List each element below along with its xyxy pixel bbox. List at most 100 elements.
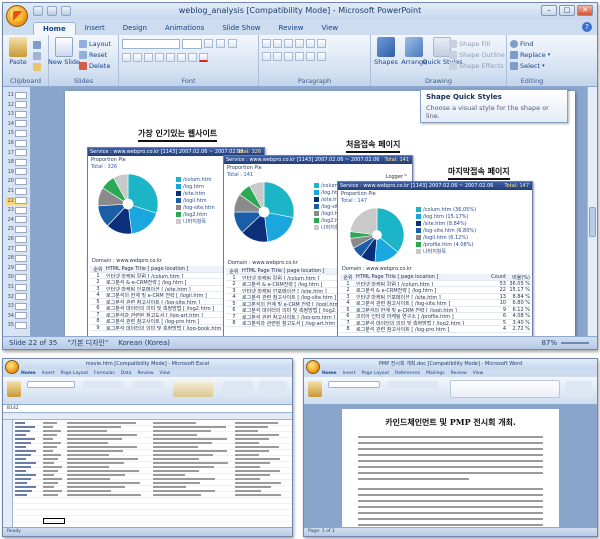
font-name-box[interactable]: [122, 39, 180, 49]
text-direction-icon[interactable]: [317, 39, 326, 48]
tab-home[interactable]: Home: [33, 22, 76, 35]
slide-thumbnail[interactable]: 14: [6, 120, 28, 128]
name-box[interactable]: B142: [7, 406, 19, 411]
shrink-font-icon[interactable]: [216, 39, 225, 48]
minimize-button[interactable]: –: [541, 5, 557, 16]
tab-view[interactable]: View: [160, 371, 171, 376]
spreadsheet-grid[interactable]: [3, 414, 292, 527]
selected-cell[interactable]: [43, 518, 65, 524]
slide-thumbnail[interactable]: 16: [6, 139, 28, 147]
slide-thumbnail[interactable]: 24: [6, 216, 28, 224]
slide-thumbnail[interactable]: 32: [6, 293, 28, 301]
slide-thumbnail[interactable]: 35: [6, 321, 28, 329]
select-button[interactable]: Select ▾: [510, 60, 554, 71]
new-slide-button[interactable]: New Slide: [48, 37, 80, 66]
align-left-icon[interactable]: [262, 52, 271, 61]
cut-icon[interactable]: [33, 40, 41, 49]
office-button[interactable]: [5, 360, 19, 374]
char-spacing-icon[interactable]: [177, 53, 186, 62]
vertical-scrollbar[interactable]: [587, 87, 597, 336]
styles-gallery[interactable]: [450, 380, 560, 398]
bullets-icon[interactable]: [262, 39, 271, 48]
slide-thumbnail[interactable]: 15: [6, 129, 28, 137]
tab-review[interactable]: Review: [270, 22, 313, 35]
font-box[interactable]: [328, 381, 380, 388]
align-center-icon[interactable]: [273, 52, 282, 61]
slide-thumbnail[interactable]: 26: [6, 235, 28, 243]
slide-thumbnail[interactable]: 28: [6, 254, 28, 262]
shape-effects-button[interactable]: Shape Effects: [449, 60, 505, 71]
cells-buttons[interactable]: [223, 381, 253, 397]
office-button[interactable]: [6, 5, 28, 27]
slide-thumbnail[interactable]: 21: [6, 187, 28, 195]
tab-animations[interactable]: Animations: [156, 22, 213, 35]
slide-thumbnail[interactable]: 17: [6, 149, 28, 157]
justify-icon[interactable]: [295, 52, 304, 61]
slide-thumbnail[interactable]: 27: [6, 245, 28, 253]
increase-indent-icon[interactable]: [295, 39, 304, 48]
tab-review[interactable]: Review: [451, 371, 467, 376]
italic-icon[interactable]: [133, 53, 142, 62]
replace-button[interactable]: Replace ▾: [510, 49, 554, 60]
bold-icon[interactable]: [122, 53, 131, 62]
tab-slide-show[interactable]: Slide Show: [213, 22, 269, 35]
strikethrough-icon[interactable]: [155, 53, 164, 62]
help-icon[interactable]: ?: [582, 22, 592, 32]
format-painter-icon[interactable]: [33, 62, 41, 71]
align-right-icon[interactable]: [284, 52, 293, 61]
paste-button[interactable]: Paste: [6, 37, 30, 66]
tab-home[interactable]: Home: [21, 371, 36, 376]
slide-thumbnail[interactable]: 29: [6, 264, 28, 272]
document-page[interactable]: 카인드체인먼트 및 PMP 전시회 개최.: [342, 409, 559, 532]
decrease-indent-icon[interactable]: [284, 39, 293, 48]
layout-button[interactable]: Layout: [79, 38, 111, 49]
zoom-level[interactable]: 87%: [541, 339, 557, 347]
slide-thumbnail[interactable]: 18: [6, 158, 28, 166]
slide-thumbnail[interactable]: 33: [6, 302, 28, 310]
close-button[interactable]: ✕: [577, 5, 593, 16]
line-spacing-icon[interactable]: [306, 39, 315, 48]
slide-thumbnail[interactable]: 11: [6, 91, 28, 99]
shapes-button[interactable]: Shapes: [374, 37, 398, 66]
tab-data[interactable]: Data: [121, 371, 132, 376]
font-size-box[interactable]: [182, 39, 202, 49]
font-color-icon[interactable]: [199, 53, 208, 62]
logger-link[interactable]: Logger™: [386, 174, 408, 180]
slide-thumbnail[interactable]: 20: [6, 177, 28, 185]
tab-insert[interactable]: Insert: [42, 371, 55, 376]
numbering-icon[interactable]: [273, 39, 282, 48]
tab-mailings[interactable]: Mailings: [426, 371, 444, 376]
tab-page-layout[interactable]: Page Layout: [61, 371, 89, 376]
reset-button[interactable]: Reset: [79, 49, 111, 60]
tab-references[interactable]: References: [395, 371, 420, 376]
zoom-slider[interactable]: [561, 342, 589, 344]
columns-icon[interactable]: [306, 52, 315, 61]
tab-design[interactable]: Design: [114, 22, 156, 35]
alignment-buttons[interactable]: [83, 381, 123, 388]
editing-buttons[interactable]: [566, 381, 592, 397]
copy-icon[interactable]: [33, 51, 41, 60]
slide-thumbnail[interactable]: 23: [6, 206, 28, 214]
slide-thumbnail[interactable]: 19: [6, 168, 28, 176]
language-indicator[interactable]: Korean (Korea): [118, 339, 170, 347]
paragraph-buttons[interactable]: [388, 381, 438, 388]
slide-thumbnail[interactable]: 34: [6, 312, 28, 320]
tab-insert[interactable]: Insert: [76, 22, 114, 35]
shape-outline-button[interactable]: Shape Outline: [449, 49, 505, 60]
delete-button[interactable]: Delete: [79, 60, 111, 71]
maximize-button[interactable]: □: [559, 5, 575, 16]
tab-home[interactable]: Home: [322, 371, 337, 376]
shadow-icon[interactable]: [166, 53, 175, 62]
tab-insert[interactable]: Insert: [343, 371, 356, 376]
font-box[interactable]: [27, 381, 75, 388]
office-button[interactable]: [306, 360, 320, 374]
slide-thumbnail[interactable]: 25: [6, 225, 28, 233]
table-row[interactable]: 8 로그분석 관련 참고사이트 [ /log-pro.htm ] 4 2.72 %: [340, 326, 530, 333]
shape-fill-button[interactable]: Shape Fill: [449, 38, 505, 49]
tab-review[interactable]: Review: [137, 371, 153, 376]
slide-thumbnail[interactable]: 30: [6, 273, 28, 281]
underline-icon[interactable]: [144, 53, 153, 62]
paste-icon[interactable]: [7, 381, 21, 397]
clear-format-icon[interactable]: [228, 39, 237, 48]
slide-thumbnail[interactable]: 13: [6, 110, 28, 118]
